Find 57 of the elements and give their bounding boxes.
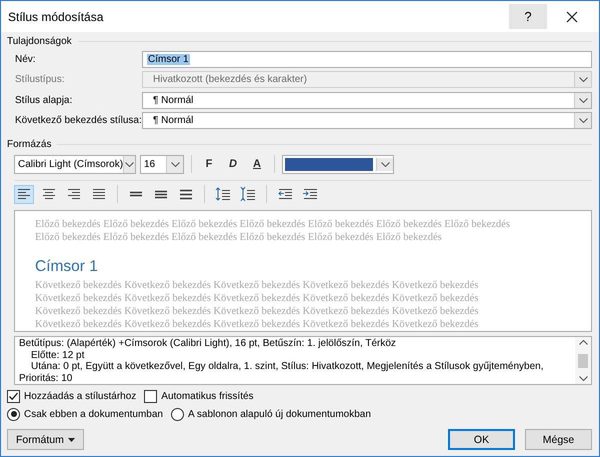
align-left-icon: [16, 186, 32, 202]
help-button[interactable]: ?: [509, 4, 547, 29]
space-after-button[interactable]: [238, 184, 258, 204]
align-left-button[interactable]: [14, 184, 34, 204]
chevron-icon: [170, 162, 180, 166]
size-dropdown[interactable]: 16: [140, 154, 184, 174]
description-text: Előtte: 12 pt: [30, 350, 86, 361]
preview-text: Előző bekezdés Előző bekezdés Előző bekezdés Előző bekezdés Előző bekezdés Előző bekezdés: [35, 231, 443, 244]
description-text: Utána: 0 pt, Együtt a következővel, Egy oldalra, 1. szint, Stílus: Hivatkozott, Megjelenítés a Stílusok gyűjteményben, Prioritás: 10: [19, 361, 544, 384]
caret-icon: [68, 438, 75, 442]
bold-button[interactable]: F: [199, 154, 219, 174]
space-before-button[interactable]: [213, 184, 233, 204]
scrollbar[interactable]: [575, 337, 591, 384]
field-value: Címsor 1: [147, 54, 190, 65]
align-center-icon: [41, 186, 57, 202]
chevron-icon: [578, 118, 588, 124]
chevron-icon: [578, 98, 588, 103]
preview-text: Előző bekezdés Előző bekezdés Előző bekezdés Előző bekezdés Előző bekezdés Előző bekezdés Előző bekezdés: [35, 218, 511, 231]
align-right-icon: [66, 186, 82, 202]
color-dropdown[interactable]: [282, 154, 394, 174]
checkbox[interactable]: Automatikus frissítés: [144, 390, 254, 402]
scroll-down-icon: [578, 376, 588, 381]
chevron-icon: [125, 162, 134, 166]
preview-text: Következő bekezdés Következő bekezdés Következő bekezdés Következő bekezdés Következő bekezdés: [35, 292, 480, 305]
format-button[interactable]: Formátum: [7, 429, 84, 450]
style-dropdown[interactable]: ¶ Normál: [142, 112, 592, 130]
radio-button[interactable]: Csak ebben a dokumentumban: [7, 408, 163, 420]
preview-text: Következő bekezdés Következő bekezdés Következő bekezdés Következő bekezdés Következő bekezdés: [35, 318, 480, 331]
radio-button[interactable]: A sablonon alapuló új dokumentumokban: [170, 408, 371, 420]
preview-text: Következő bekezdés Következő bekezdés Következő bekezdés Következő bekezdés Következő bekezdés: [35, 305, 480, 318]
window-title: Stílus módosítása: [7, 10, 104, 24]
chevron-icon: [578, 77, 588, 82]
cancel-button[interactable]: Mégse: [525, 429, 592, 450]
space-before-icon: [215, 186, 231, 202]
space-after-icon: [240, 186, 256, 202]
section-title: Tulajdonságok: [7, 36, 72, 47]
field-label: Név:: [15, 54, 37, 65]
section-title: Formázás: [7, 139, 52, 150]
preview-heading: Címsor 1: [35, 258, 99, 276]
italic-button[interactable]: D: [223, 154, 243, 174]
field-label: Következő bekezdés stílusa:: [15, 115, 142, 126]
description-text: Betűtípus: (Alapérték) +Címsorok (Calibri Light), 16 pt, Betűszín: 1. jelölőszín, Térköz: [19, 338, 397, 350]
style-dropdown[interactable]: ¶ Normál: [142, 92, 592, 109]
increase-indent-icon: [302, 186, 318, 202]
decrease-indent-icon: [277, 186, 293, 202]
font-dropdown[interactable]: Calibri Light (Címsorok): [14, 154, 136, 174]
underline-button[interactable]: A: [247, 154, 267, 174]
field-label: Stílus alapja:: [15, 94, 74, 106]
field-label: Stílustípus:: [15, 74, 66, 86]
checkbox[interactable]: Hozzáadás a stílustárhoz: [7, 390, 136, 402]
name-field[interactable]: Címsor 1: [142, 50, 592, 68]
preview-text: Következő bekezdés Következő bekezdés Következő bekezdés Következő bekezdés Következő bekezdés: [35, 279, 480, 292]
ok-button[interactable]: OK: [448, 429, 515, 450]
close-icon: [566, 10, 578, 22]
scroll-up-icon: [578, 340, 588, 345]
chevron-icon: [380, 162, 390, 166]
justify-icon: [91, 186, 107, 202]
